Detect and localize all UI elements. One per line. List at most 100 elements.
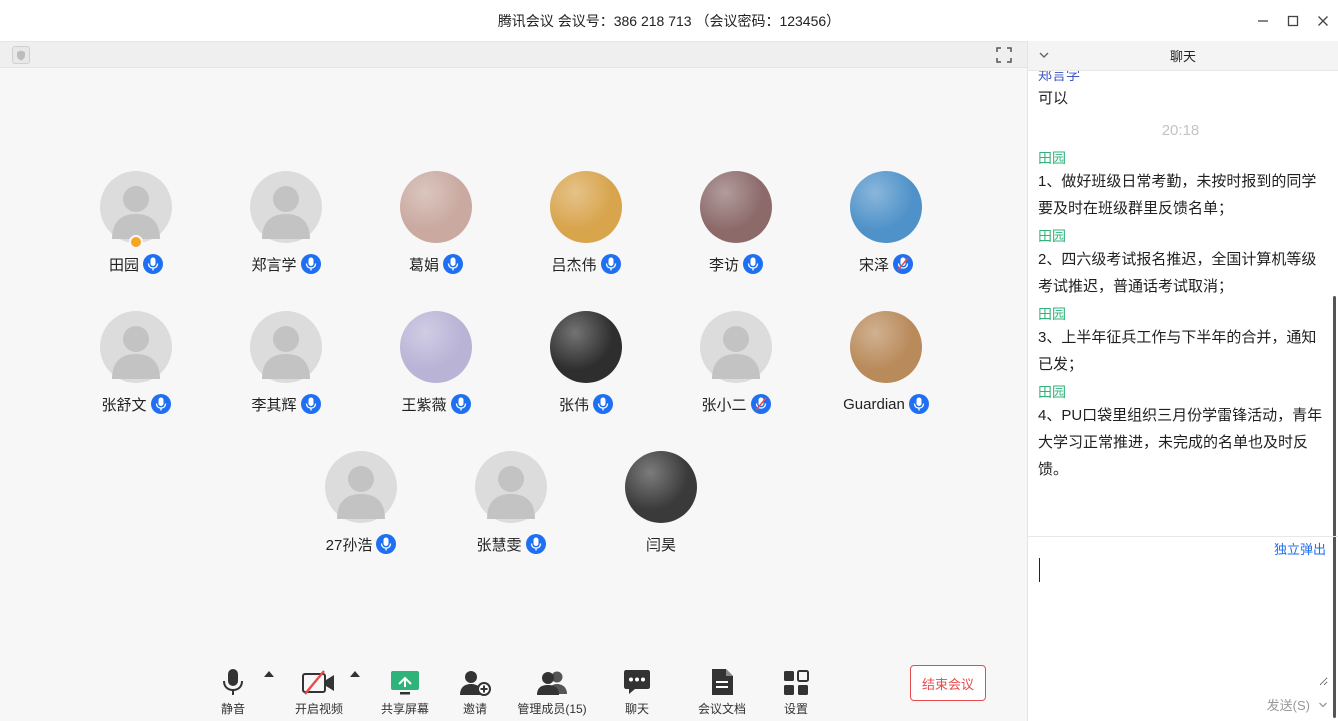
participant-name-row: 王紫薇: [361, 393, 511, 415]
participant-name-row: Guardian: [811, 393, 961, 415]
mic-muted-icon: [893, 254, 913, 274]
message-sender[interactable]: 田园: [1038, 304, 1323, 324]
mic-on-icon: [450, 394, 471, 414]
participant-name-row: 张慧雯: [436, 533, 586, 555]
participant-name-row: 郑言学: [211, 253, 361, 275]
participant-tile[interactable]: 张小二: [661, 311, 811, 415]
avatar: [850, 171, 922, 243]
participant-tile[interactable]: 闫昊: [586, 451, 736, 555]
participant-tile[interactable]: 张伟: [511, 311, 661, 415]
manage-members-button[interactable]: 管理成员(15): [517, 662, 587, 717]
close-button[interactable]: [1308, 0, 1338, 41]
participant-tile[interactable]: 吕杰伟: [511, 171, 661, 275]
participant-name: 郑言学: [251, 256, 297, 274]
chat-scrollbar[interactable]: [1333, 296, 1336, 718]
maximize-button[interactable]: [1278, 0, 1308, 41]
participant-name-row: 张小二: [661, 393, 811, 415]
chat-message: 田园 1、做好班级日常考勤，未按时报到的同学要及时在班级群里反馈名单；: [1038, 148, 1323, 222]
avatar: [325, 451, 397, 523]
chevron-down-icon[interactable]: [1318, 700, 1328, 710]
participant-name-row: 李访: [661, 253, 811, 275]
avatar: [250, 311, 322, 383]
participant-tile[interactable]: 张慧雯: [436, 451, 586, 555]
manage-members-label: 管理成员(15): [517, 702, 587, 716]
mic-on-icon: [600, 254, 621, 274]
send-area: 发送(S): [1267, 695, 1328, 714]
video-topbar: [0, 42, 1027, 68]
chat-title: 聊天: [1169, 49, 1196, 64]
meeting-docs-button[interactable]: 会议文档: [697, 662, 747, 717]
participant-tile[interactable]: 田园: [61, 171, 211, 275]
send-button[interactable]: 发送(S): [1267, 695, 1310, 714]
participant-tile[interactable]: 宋泽: [811, 171, 961, 275]
participant-tile[interactable]: 王紫薇: [361, 311, 511, 415]
avatar: [250, 171, 322, 243]
mic-on-icon: [525, 534, 546, 554]
mic-on-icon: [376, 534, 397, 554]
mic-on-icon: [143, 254, 163, 274]
meeting-docs-label: 会议文档: [697, 702, 746, 716]
audio-options-caret[interactable]: [264, 671, 274, 677]
participant-name: 张伟: [558, 396, 589, 414]
message-sender[interactable]: 田园: [1038, 382, 1323, 402]
security-shield-icon[interactable]: [12, 46, 30, 64]
avatar: [700, 171, 772, 243]
participant-tile[interactable]: Guardian: [811, 311, 961, 415]
avatar: [850, 311, 922, 383]
participant-tile[interactable]: 郑言学: [211, 171, 361, 275]
window-title: 腾讯会议 会议号：386 218 713 （会议密码：123456）: [497, 12, 841, 29]
participant-name-row: 27孙浩: [286, 533, 436, 555]
chat-message: 田园 4、PU口袋里组织三月份学雷锋活动，青年大学习正常推进，未完成的名单也及时反…: [1038, 382, 1323, 483]
chat-message: 田园 3、上半年征兵工作与下半年的合并，通知已发；: [1038, 304, 1323, 378]
mic-muted-icon: [750, 394, 771, 414]
mic-on-icon: [443, 254, 463, 274]
mic-on-icon: [300, 254, 321, 274]
share-screen-button[interactable]: 共享屏幕: [380, 662, 430, 717]
participant-name: 27孙浩: [325, 536, 373, 554]
avatar: [100, 311, 172, 383]
message-sender[interactable]: 郑言学: [1038, 71, 1323, 85]
message-sender[interactable]: 田园: [1038, 226, 1323, 246]
participant-name-row: 李其辉: [211, 393, 361, 415]
video-label: 开启视频: [294, 702, 343, 716]
participant-name: 张舒文: [101, 396, 147, 414]
chat-bubble-icon: [624, 670, 650, 694]
participant-name: 田园: [108, 256, 139, 274]
end-meeting-button[interactable]: 结束会议: [910, 665, 986, 701]
participant-name-row: 闫昊: [586, 533, 736, 555]
video-off-icon: [302, 670, 334, 695]
settings-button[interactable]: 设置: [780, 662, 812, 717]
participant-name: 张小二: [701, 396, 747, 414]
participant-name-row: 宋泽: [811, 253, 961, 275]
chat-label: 聊天: [624, 702, 649, 716]
chat-messages: 郑言学 可以 20:18 田园 1、做好班级日常考勤，未按时报到的同学要及时在班级群里反…: [1028, 71, 1333, 536]
chat-message: 田园 2、四六级考试报名推迟，全国计算机等级考试推迟，普通话考试取消；: [1038, 226, 1323, 300]
participant-name-row: 葛娟: [361, 253, 511, 275]
window-controls: [1248, 0, 1338, 41]
mute-button[interactable]: 静音: [212, 662, 254, 717]
avatar: [550, 171, 622, 243]
participant-tile[interactable]: 27孙浩: [286, 451, 436, 555]
invite-button[interactable]: 邀请: [455, 662, 495, 717]
share-screen-icon: [391, 671, 419, 695]
chevron-down-icon[interactable]: [1038, 49, 1050, 61]
participant-name: 吕杰伟: [551, 256, 597, 274]
message-text: 1、做好班级日常考勤，未按时报到的同学要及时在班级群里反馈名单；: [1038, 173, 1317, 217]
video-button[interactable]: 开启视频: [294, 662, 344, 717]
fullscreen-button[interactable]: [995, 46, 1013, 64]
title-bar: 腾讯会议 会议号：386 218 713 （会议密码：123456）: [0, 0, 1338, 41]
minimize-button[interactable]: [1248, 0, 1278, 41]
chat-input[interactable]: [1038, 556, 1328, 686]
participant-tile[interactable]: 李访: [661, 171, 811, 275]
participant-tile[interactable]: 葛娟: [361, 171, 511, 275]
fullscreen-icon: [996, 47, 1012, 63]
chat-button[interactable]: 聊天: [620, 662, 654, 717]
message-sender[interactable]: 田园: [1038, 148, 1323, 168]
message-text: 3、上半年征兵工作与下半年的合并，通知已发；: [1038, 329, 1317, 373]
participant-tile[interactable]: 张舒文: [61, 311, 211, 415]
participant-name: 闫昊: [645, 536, 676, 554]
participant-name: 李访: [708, 256, 739, 274]
share-screen-label: 共享屏幕: [380, 702, 429, 716]
video-options-caret[interactable]: [350, 671, 360, 677]
participant-tile[interactable]: 李其辉: [211, 311, 361, 415]
